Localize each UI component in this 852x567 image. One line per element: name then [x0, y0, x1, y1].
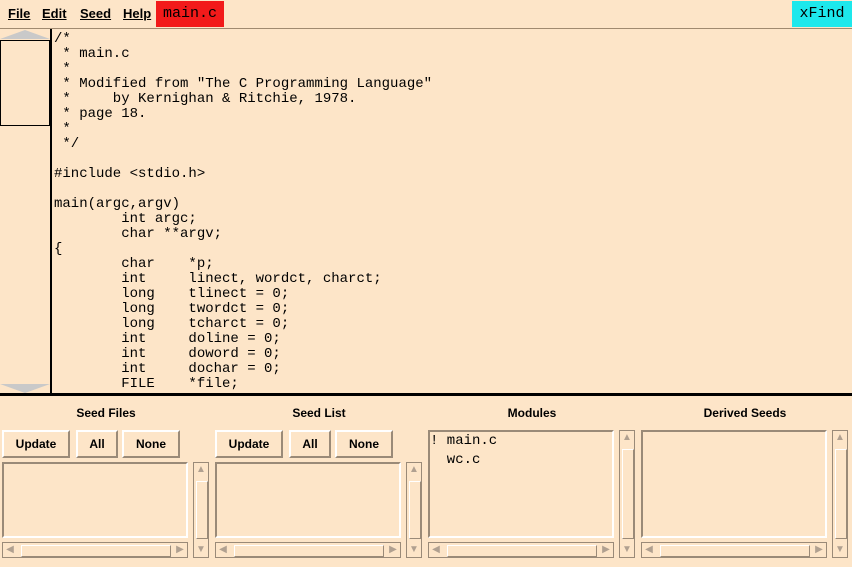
code-line[interactable]: [54, 152, 844, 167]
code-editor: /* * main.c * * Modified from "The C Pro…: [0, 28, 852, 394]
seed-list-list[interactable]: [215, 462, 401, 538]
arrow-up-icon[interactable]: ▲: [833, 431, 847, 445]
arrow-down-icon[interactable]: ▼: [833, 543, 847, 557]
code-line[interactable]: #include <stdio.h>: [54, 167, 844, 182]
code-line[interactable]: * by Kernighan & Ritchie, 1978.: [54, 92, 844, 107]
seed-list-all-button[interactable]: All: [289, 430, 331, 458]
arrow-left-icon[interactable]: ◀: [3, 543, 17, 557]
seed-list-vscrollbar[interactable]: ▲ ▼: [406, 462, 422, 558]
seed-list-vscroll-thumb[interactable]: [409, 481, 421, 539]
seed-list-hscroll-thumb[interactable]: [234, 545, 384, 557]
code-line[interactable]: *: [54, 122, 844, 137]
modules-vscrollbar[interactable]: ▲ ▼: [619, 430, 635, 558]
code-line[interactable]: int dochar = 0;: [54, 362, 844, 377]
arrow-right-icon[interactable]: ▶: [173, 543, 187, 557]
code-line[interactable]: int argc;: [54, 212, 844, 227]
arrow-right-icon[interactable]: ▶: [599, 543, 613, 557]
code-line[interactable]: main(argc,argv): [54, 197, 844, 212]
seed-files-vscrollbar[interactable]: ▲ ▼: [193, 462, 209, 558]
code-line[interactable]: * main.c: [54, 47, 844, 62]
triangle-up-icon[interactable]: [0, 30, 50, 39]
current-file-label: main.c: [156, 1, 224, 27]
menu-seed[interactable]: Seed: [80, 6, 111, 21]
code-line[interactable]: long twordct = 0;: [54, 302, 844, 317]
menu-edit[interactable]: Edit: [42, 6, 67, 21]
xfind-button[interactable]: xFind: [792, 1, 852, 27]
seed-files-list[interactable]: [2, 462, 188, 538]
triangle-down-icon[interactable]: [0, 384, 50, 393]
modules-hscrollbar[interactable]: ◀ ▶: [428, 542, 614, 558]
code-line[interactable]: long tcharct = 0;: [54, 317, 844, 332]
modules-list[interactable]: ! main.c wc.c: [428, 430, 614, 538]
arrow-right-icon[interactable]: ▶: [386, 543, 400, 557]
pane-divider[interactable]: [0, 393, 852, 396]
modules-vscroll-thumb[interactable]: [622, 449, 634, 539]
seed-files-title: Seed Files: [76, 406, 136, 420]
derived-seeds-hscrollbar[interactable]: ◀ ▶: [641, 542, 827, 558]
source-code[interactable]: /* * main.c * * Modified from "The C Pro…: [54, 32, 844, 392]
code-line[interactable]: char *p;: [54, 257, 844, 272]
menu-file[interactable]: File: [8, 6, 30, 21]
modules-title: Modules: [507, 406, 557, 420]
code-line[interactable]: * Modified from "The C Programming Langu…: [54, 77, 844, 92]
seed-files-none-button[interactable]: None: [122, 430, 180, 458]
derived-seeds-list[interactable]: [641, 430, 827, 538]
list-item[interactable]: ! main.c: [430, 432, 497, 450]
seed-files-hscrollbar[interactable]: ◀ ▶: [2, 542, 188, 558]
arrow-down-icon[interactable]: ▼: [620, 543, 634, 557]
seed-files-all-button[interactable]: All: [76, 430, 118, 458]
arrow-right-icon[interactable]: ▶: [812, 543, 826, 557]
derived-seeds-vscrollbar[interactable]: ▲ ▼: [832, 430, 848, 558]
code-line[interactable]: int doline = 0;: [54, 332, 844, 347]
modules-hscroll-thumb[interactable]: [447, 545, 597, 557]
menu-help[interactable]: Help: [123, 6, 151, 21]
code-line[interactable]: FILE *file;: [54, 377, 844, 392]
seed-files-vscroll-thumb[interactable]: [196, 481, 208, 539]
seed-list-hscrollbar[interactable]: ◀ ▶: [215, 542, 401, 558]
code-line[interactable]: /*: [54, 32, 844, 47]
code-line[interactable]: * page 18.: [54, 107, 844, 122]
editor-scroll-thumb[interactable]: [0, 40, 50, 126]
code-line[interactable]: *: [54, 62, 844, 77]
derived-seeds-title: Derived Seeds: [703, 406, 787, 420]
arrow-up-icon[interactable]: ▲: [620, 431, 634, 445]
seed-files-hscroll-thumb[interactable]: [21, 545, 171, 557]
code-line[interactable]: long tlinect = 0;: [54, 287, 844, 302]
code-line[interactable]: [54, 182, 844, 197]
editor-scrollbar[interactable]: [0, 29, 52, 394]
seed-list-update-button[interactable]: Update: [215, 430, 283, 458]
code-line[interactable]: int doword = 0;: [54, 347, 844, 362]
arrow-down-icon[interactable]: ▼: [407, 543, 421, 557]
arrow-left-icon[interactable]: ◀: [429, 543, 443, 557]
code-line[interactable]: int linect, wordct, charct;: [54, 272, 844, 287]
seed-list-title: Seed List: [292, 406, 346, 420]
arrow-up-icon[interactable]: ▲: [194, 463, 208, 477]
code-line[interactable]: */: [54, 137, 844, 152]
seed-files-update-button[interactable]: Update: [2, 430, 70, 458]
code-line[interactable]: {: [54, 242, 844, 257]
menu-bar: File Edit Seed Help main.c xFind: [0, 0, 852, 28]
arrow-left-icon[interactable]: ◀: [642, 543, 656, 557]
derived-seeds-hscroll-thumb[interactable]: [660, 545, 810, 557]
derived-seeds-vscroll-thumb[interactable]: [835, 449, 847, 539]
arrow-left-icon[interactable]: ◀: [216, 543, 230, 557]
seed-list-none-button[interactable]: None: [335, 430, 393, 458]
list-item[interactable]: wc.c: [430, 451, 481, 469]
code-line[interactable]: char **argv;: [54, 227, 844, 242]
arrow-up-icon[interactable]: ▲: [407, 463, 421, 477]
arrow-down-icon[interactable]: ▼: [194, 543, 208, 557]
